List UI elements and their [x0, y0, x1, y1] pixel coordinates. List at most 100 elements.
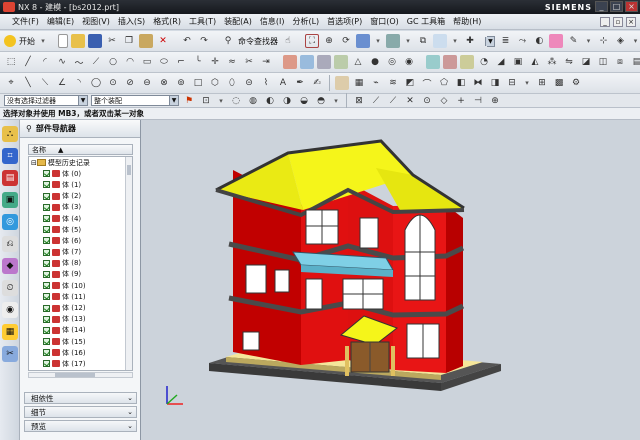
circle-4-icon[interactable]: ⊘	[123, 76, 137, 90]
tree-item-body[interactable]: 体 (1)	[29, 179, 132, 190]
ellipse-3-icon[interactable]: ⊝	[242, 76, 256, 90]
unite-icon[interactable]	[426, 55, 440, 69]
angle-line-icon[interactable]: ∠	[55, 76, 69, 90]
line-icon[interactable]: ╱	[21, 55, 35, 69]
menu-tools[interactable]: 工具(T)	[185, 16, 220, 27]
hole-icon[interactable]: ◎	[385, 55, 399, 69]
circle-5-icon[interactable]: ⊖	[140, 76, 154, 90]
process-studio-icon[interactable]: ⏲	[2, 280, 18, 296]
graphics-window[interactable]	[141, 120, 640, 440]
work-layer-select[interactable]: 1▼	[485, 35, 496, 47]
visibility-checkbox[interactable]	[43, 226, 50, 234]
tree-item-body[interactable]: 体 (14)	[29, 325, 132, 336]
maximize-button[interactable]: □	[610, 1, 623, 12]
visibility-checkbox[interactable]	[43, 270, 50, 278]
rect-2-icon[interactable]: □	[191, 76, 205, 90]
arc-circle-icon[interactable]: ◠	[123, 55, 137, 69]
orient-view-icon[interactable]: ⧉	[416, 34, 430, 48]
layer-settings-icon[interactable]: ≣	[498, 34, 512, 48]
cut-icon[interactable]: ✂	[105, 34, 119, 48]
visibility-checkbox[interactable]	[43, 326, 50, 334]
edge-select-icon[interactable]: ◒	[297, 94, 311, 108]
menu-file[interactable]: 文件(F)	[8, 16, 43, 27]
system-scene-icon[interactable]: ✂	[2, 346, 18, 362]
rotate-icon[interactable]: ⟳	[339, 34, 353, 48]
tree-item-body[interactable]: 体 (9)	[29, 269, 132, 280]
grid-icon[interactable]: ▩	[552, 76, 566, 90]
chamfer-curve-icon[interactable]: ⌐	[174, 55, 188, 69]
studio-spline-icon[interactable]: 〜	[72, 55, 86, 69]
circle-6-icon[interactable]: ⊗	[157, 76, 171, 90]
snap-point-icon[interactable]: ✚	[463, 34, 477, 48]
tree-item-body[interactable]: 体 (16)	[29, 347, 132, 358]
offset-face-icon[interactable]: ⧈	[613, 55, 627, 69]
sew-icon[interactable]: ⧓	[471, 76, 485, 90]
pin-icon[interactable]: ⚲	[26, 124, 32, 133]
bridge-icon[interactable]: ⌒	[420, 76, 434, 90]
fit-view-icon[interactable]: ⛶	[305, 34, 319, 48]
boss-icon[interactable]: ◉	[402, 55, 416, 69]
brush-icon[interactable]: ✍	[310, 76, 324, 90]
draft-icon[interactable]: ◭	[528, 55, 542, 69]
dropdown-icon[interactable]: ▾	[583, 34, 593, 48]
feature-select-icon[interactable]: ◍	[246, 94, 260, 108]
tree-item-body[interactable]: 体 (4)	[29, 213, 132, 224]
n-sided-icon[interactable]: ⬠	[437, 76, 451, 90]
visibility-checkbox[interactable]	[43, 203, 50, 211]
trim-body-icon[interactable]: ◪	[579, 55, 593, 69]
extend-icon[interactable]: ⇥	[259, 55, 273, 69]
trim-icon[interactable]: ✂	[242, 55, 256, 69]
trim-sheet-icon[interactable]: ◧	[454, 76, 468, 90]
snap-on-curve-icon[interactable]: ⊣	[471, 94, 485, 108]
menu-insert[interactable]: 插入(S)	[114, 16, 149, 27]
minimize-button[interactable]: _	[595, 1, 608, 12]
menu-info[interactable]: 信息(I)	[256, 16, 289, 27]
snap-quadrant-icon[interactable]: ◇	[437, 94, 451, 108]
visibility-checkbox[interactable]	[43, 282, 50, 290]
tree-item-body[interactable]: 体 (0)	[29, 168, 132, 179]
sketch-icon[interactable]: ⬚	[4, 55, 18, 69]
render-style-icon[interactable]	[386, 34, 400, 48]
history-icon[interactable]: ⎌	[2, 236, 18, 252]
edge-blend-icon[interactable]: ◔	[477, 55, 491, 69]
through-curves-icon[interactable]: ≋	[386, 76, 400, 90]
menu-assembly[interactable]: 装配(A)	[220, 16, 256, 27]
polyline-icon[interactable]: ⟋	[89, 55, 103, 69]
visibility-checkbox[interactable]	[43, 215, 50, 223]
visibility-checkbox[interactable]	[43, 248, 50, 256]
fillet-curve-icon[interactable]: ╰	[191, 55, 205, 69]
tree-item-body[interactable]: 体 (11)	[29, 291, 132, 302]
menu-window[interactable]: 窗口(O)	[366, 16, 403, 27]
menu-edit[interactable]: 编辑(E)	[43, 16, 78, 27]
dependencies-section[interactable]: 相依性 ⌄	[24, 392, 137, 404]
ellipse-2-icon[interactable]: ⬯	[225, 76, 239, 90]
visibility-checkbox[interactable]	[43, 315, 50, 323]
extrude-icon[interactable]	[283, 55, 297, 69]
doc-close-button[interactable]: ×	[626, 16, 636, 27]
thicken-icon[interactable]: ▤	[630, 55, 640, 69]
filter-icon[interactable]: ⚑	[182, 94, 196, 108]
ellipse-icon[interactable]: ⬭	[157, 55, 171, 69]
roles-icon[interactable]: ◉	[2, 302, 18, 318]
rectangle-icon[interactable]: ▭	[140, 55, 154, 69]
curve-rule-icon[interactable]: ◓	[314, 94, 328, 108]
doc-minimize-button[interactable]: _	[600, 16, 610, 27]
assembly-navigator-icon[interactable]: ⛬	[2, 126, 18, 142]
edit-object-icon[interactable]: ✎	[566, 34, 580, 48]
surface-icon[interactable]	[335, 76, 349, 90]
snap-control-icon[interactable]: ⟋	[386, 94, 400, 108]
intersect-icon[interactable]	[460, 55, 474, 69]
snap-on-face-icon[interactable]: ⊕	[488, 94, 502, 108]
menu-preferences[interactable]: 首选项(P)	[323, 16, 366, 27]
doc-restore-button[interactable]: ▫	[613, 16, 623, 27]
open-folder-icon[interactable]	[71, 34, 85, 48]
body-select-icon[interactable]: ◐	[263, 94, 277, 108]
wcs-icon[interactable]: ⊹	[596, 34, 610, 48]
mesh-icon[interactable]: ▦	[352, 76, 366, 90]
snap-intersection-icon[interactable]: ✕	[403, 94, 417, 108]
snap-point-2-icon[interactable]: +	[454, 94, 468, 108]
copy-icon[interactable]: ❐	[122, 34, 136, 48]
start-button[interactable]: 开始	[19, 36, 35, 47]
visibility-checkbox[interactable]	[43, 170, 50, 178]
background-icon[interactable]	[433, 34, 447, 48]
